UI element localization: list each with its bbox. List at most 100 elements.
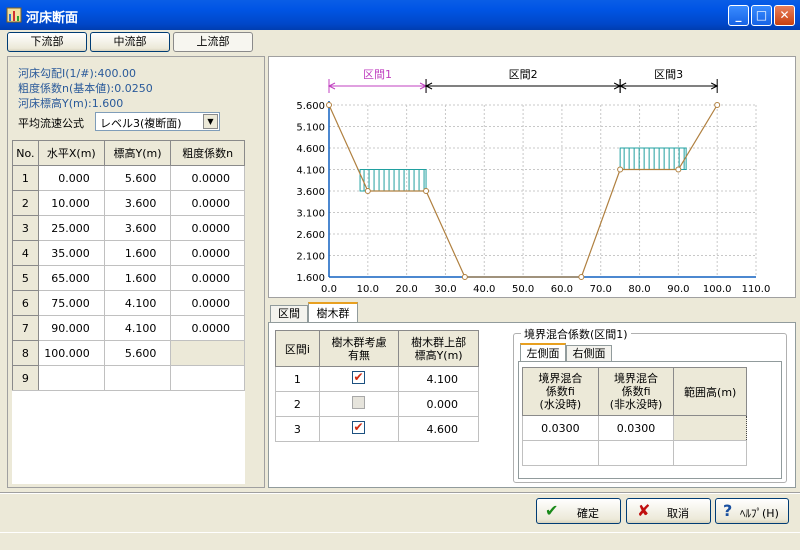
- app-icon: [6, 7, 22, 23]
- y-tick-label: 1.600: [296, 273, 325, 284]
- table-cell[interactable]: 65.000: [37, 265, 105, 291]
- empty-cell[interactable]: [673, 440, 747, 466]
- table-cell[interactable]: 3.600: [103, 215, 172, 241]
- tree-consider-checkbox[interactable]: [352, 370, 366, 384]
- tree-height-cell[interactable]: 4.600: [398, 416, 479, 442]
- x-tick-label: 10.0: [357, 284, 379, 295]
- col-fi-nonsubmerged-label: 境界混合 係数fi (非水没時): [609, 372, 663, 411]
- profile-point: [617, 166, 624, 173]
- formula-select[interactable]: レベル3(複断面) ▼: [95, 112, 220, 131]
- consider-cell: [318, 391, 400, 417]
- chevron-down-icon[interactable]: ▼: [203, 114, 218, 129]
- tab-left-side[interactable]: 左側面: [520, 343, 566, 362]
- table-cell[interactable]: 4.100: [103, 290, 172, 316]
- tab-downstream[interactable]: 下流部: [7, 32, 87, 52]
- section-number: 2: [275, 391, 320, 417]
- x-icon: ✘: [637, 501, 651, 520]
- help-icon: ?: [723, 501, 733, 520]
- range-height-cell[interactable]: [673, 415, 747, 441]
- col-range-height-label: 範囲高(m): [684, 385, 737, 399]
- profile-point: [578, 274, 585, 280]
- boundary-tab-body: 境界混合 係数fi (水没時) 境界混合 係数fi (非水没時) 範囲高(m) …: [518, 361, 782, 479]
- table-cell[interactable]: 35.000: [37, 240, 105, 266]
- table-cell[interactable]: 75.000: [37, 290, 105, 316]
- col-tree-height: 樹木群上部 標高Y(m): [398, 330, 479, 367]
- tree-consider-checkbox[interactable]: [352, 396, 366, 409]
- tab-right-side[interactable]: 右側面: [566, 345, 612, 362]
- table-cell[interactable]: 90.000: [37, 315, 105, 341]
- table-cell[interactable]: 1.600: [103, 265, 172, 291]
- y-tick-label: 3.100: [296, 209, 325, 220]
- table-cell[interactable]: [37, 365, 105, 391]
- table-row: 3 4.600: [275, 416, 479, 442]
- col-range-height: 範囲高(m): [673, 367, 747, 416]
- cancel-button[interactable]: ✘ 取消: [626, 498, 711, 524]
- tree-consider-checkbox[interactable]: [352, 420, 366, 434]
- y-tick-label: 2.600: [296, 230, 325, 241]
- tree-height-cell[interactable]: 4.100: [398, 366, 479, 392]
- section-number: 3: [275, 416, 320, 442]
- table-cell[interactable]: 1.600: [103, 240, 172, 266]
- row-number: 5: [12, 265, 39, 291]
- consider-cell: [318, 416, 400, 442]
- profile-point: [714, 102, 721, 108]
- y-tick-label: 5.600: [296, 101, 325, 112]
- close-button[interactable]: ✕: [774, 5, 795, 26]
- table-cell[interactable]: 25.000: [37, 215, 105, 241]
- empty-cell[interactable]: [597, 440, 675, 466]
- section-label: 区間1: [363, 68, 392, 81]
- table-cell[interactable]: [103, 365, 172, 391]
- table-cell[interactable]: 0.0000: [170, 165, 245, 191]
- cancel-label: 取消: [667, 507, 689, 520]
- profile-point: [326, 102, 332, 108]
- left-panel: 河床勾配I(1/#):400.00 粗度係数n(基本値):0.0250 河床標高…: [7, 56, 265, 488]
- maximize-button[interactable]: □: [751, 5, 772, 26]
- col-fi-nonsubmerged: 境界混合 係数fi (非水没時): [597, 367, 675, 416]
- table-cell[interactable]: 0.0000: [170, 215, 245, 241]
- table-cell[interactable]: 0.0000: [170, 240, 245, 266]
- col-consider: 樹木群考慮 有無: [318, 330, 400, 367]
- title-bar: 河床断面 _ □ ✕: [0, 0, 800, 30]
- col-tree-height-label: 樹木群上部 標高Y(m): [411, 335, 467, 362]
- col-n: 粗度係数n: [170, 140, 245, 166]
- table-cell[interactable]: 0.0000: [170, 265, 245, 291]
- table-cell[interactable]: 0.0000: [170, 315, 245, 341]
- table-cell[interactable]: 10.000: [37, 190, 105, 216]
- y-tick-label: 2.100: [296, 252, 325, 263]
- tab-section[interactable]: 区間: [270, 305, 308, 323]
- tree-height-cell[interactable]: 0.000: [398, 391, 479, 417]
- table-cell[interactable]: 5.600: [103, 165, 172, 191]
- table-row: 7 90.000 4.100 0.0000: [12, 315, 245, 341]
- fi-submerged-cell[interactable]: 0.0300: [522, 415, 599, 441]
- tab-midstream[interactable]: 中流部: [90, 32, 170, 52]
- tab-midstream-label: 中流部: [113, 35, 147, 48]
- row-number: 6: [12, 290, 39, 316]
- table-cell[interactable]: [170, 365, 245, 391]
- table-cell[interactable]: [170, 340, 245, 366]
- col-y: 標高Y(m): [103, 140, 172, 166]
- table-cell[interactable]: 3.600: [103, 190, 172, 216]
- table-cell[interactable]: 100.000: [37, 340, 105, 366]
- chart-panel: 0.0 10.0 20.0 30.0 40.0 50.0 60.0 70.0 80.0 90.0 1…: [268, 56, 796, 298]
- y-tick-label: 5.100: [296, 123, 325, 134]
- x-tick-label: 70.0: [590, 284, 612, 295]
- table-empty-area: [12, 390, 245, 484]
- profile-point: [461, 274, 468, 280]
- table-row: 4 35.000 1.600 0.0000: [12, 240, 245, 266]
- table-cell[interactable]: 0.0000: [170, 290, 245, 316]
- table-cell[interactable]: 0.000: [37, 165, 105, 191]
- ok-button[interactable]: ✔ 確定: [536, 498, 621, 524]
- empty-cell[interactable]: [522, 440, 599, 466]
- help-button[interactable]: ? ﾍﾙﾌﾟ(H): [715, 498, 789, 524]
- x-tick-label: 30.0: [434, 284, 456, 295]
- table-cell[interactable]: 4.100: [103, 315, 172, 341]
- slope-text: 河床勾配I(1/#):400.00: [18, 67, 136, 80]
- tab-tree-group[interactable]: 樹木群: [308, 302, 358, 323]
- table-cell[interactable]: 5.600: [103, 340, 172, 366]
- minimize-button[interactable]: _: [728, 5, 749, 26]
- tab-upstream[interactable]: 上流部: [173, 32, 253, 52]
- x-tick-label: 60.0: [551, 284, 573, 295]
- fi-nonsubmerged-cell[interactable]: 0.0300: [597, 415, 675, 441]
- table-cell[interactable]: 0.0000: [170, 190, 245, 216]
- tab-right-side-label: 右側面: [572, 347, 606, 360]
